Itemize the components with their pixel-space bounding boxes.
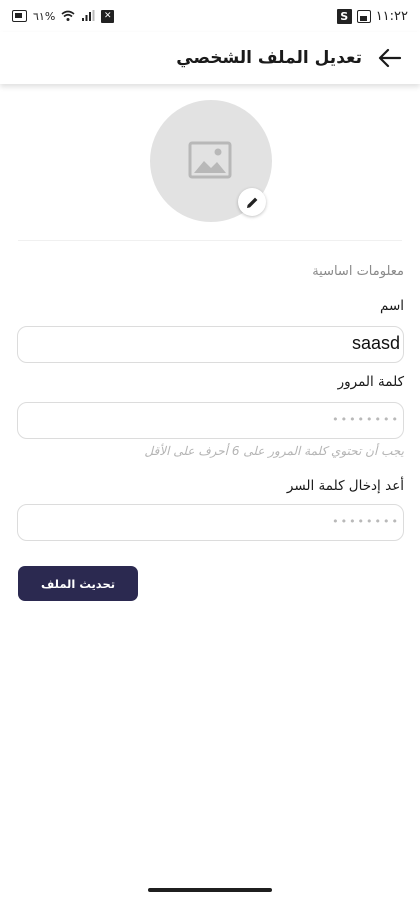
password-hint: يجب أن تحتوي كلمة المرور على 6 أحرف على … [144, 444, 404, 458]
app-bar: تعديل الملف الشخصي [0, 32, 420, 84]
signal-icon [82, 10, 95, 21]
confirm-password-mask: •••••••• [332, 515, 400, 528]
s-app-icon: S [336, 8, 352, 24]
name-field[interactable]: saasd [17, 326, 404, 363]
battery-icon [12, 10, 27, 22]
confirm-password-field[interactable]: •••••••• [17, 504, 404, 541]
edit-avatar-button[interactable] [238, 188, 266, 216]
status-time: ١١:٢٢ [375, 8, 408, 24]
divider [18, 240, 402, 241]
password-label: كلمة المرور [337, 374, 404, 390]
name-value: saasd [351, 333, 400, 353]
wifi-icon [61, 10, 75, 21]
status-icons-left: ٦١% ✕ [12, 7, 115, 25]
section-heading: معلومات اساسية [312, 264, 404, 279]
update-profile-button[interactable]: تحديث الملف [18, 566, 138, 601]
page-title: تعديل الملف الشخصي [176, 48, 362, 68]
password-field[interactable]: •••••••• [17, 402, 404, 439]
confirm-password-label: أعد إدخال كلمة السر [286, 478, 404, 494]
pencil-icon [246, 197, 257, 208]
status-icons-right: S ١١:٢٢ [336, 7, 408, 25]
mute-icon: ✕ [101, 9, 115, 23]
battery-percent: ٦١% [33, 9, 56, 23]
password-mask: •••••••• [332, 413, 400, 426]
home-indicator[interactable] [148, 888, 272, 892]
name-label: اسم [379, 298, 404, 314]
arrow-back-icon[interactable] [376, 44, 404, 72]
status-bar: ٦١% ✕ S ١١:٢٢ [0, 0, 420, 32]
image-placeholder-icon [188, 141, 232, 179]
image-notification-icon [356, 9, 371, 23]
